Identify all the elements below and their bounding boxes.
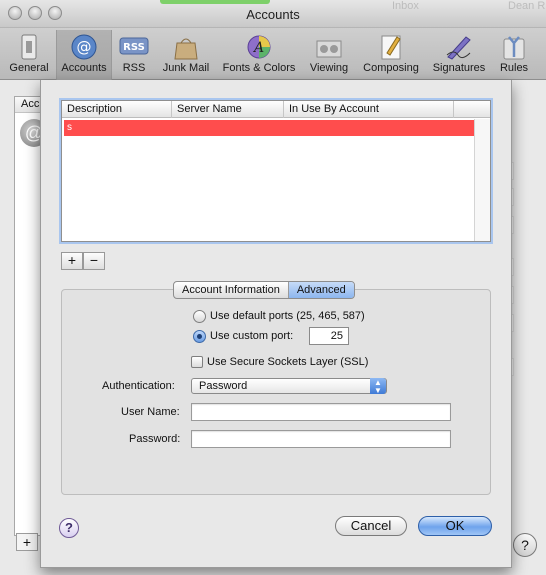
window-title: Accounts	[246, 7, 300, 22]
toolbar-signatures[interactable]: Signatures	[428, 30, 490, 80]
background-active-tab-hint	[160, 0, 270, 4]
toolbar-fonts-colors[interactable]: A Fonts & Colors	[216, 30, 302, 80]
preferences-toolbar: General @ Accounts RSS RSS Junk Mail A F…	[0, 28, 546, 80]
settings-tabs: Account Information Advanced	[173, 281, 355, 299]
toolbar-item-label: RSS	[122, 62, 146, 74]
table-scrollbar[interactable]	[474, 119, 490, 241]
add-server-button[interactable]: +	[61, 252, 83, 270]
ssl-checkbox[interactable]	[191, 356, 203, 368]
toolbar-item-label: Composing	[363, 62, 419, 74]
tab-account-information[interactable]: Account Information	[174, 282, 289, 298]
toolbar-item-label: Rules	[499, 62, 529, 74]
junk-mail-bag-icon	[174, 38, 198, 60]
toolbar-item-label: Junk Mail	[162, 62, 210, 74]
toolbar-item-label: Fonts & Colors	[222, 62, 296, 74]
smtp-server-table[interactable]: Description Server Name In Use By Accoun…	[61, 100, 491, 242]
cancel-button[interactable]: Cancel	[335, 516, 407, 536]
column-header-server-name[interactable]: Server Name	[172, 101, 284, 118]
table-header: Description Server Name In Use By Accoun…	[62, 101, 490, 118]
cell-description: s	[67, 122, 72, 133]
default-ports-label: Use default ports (25, 465, 587)	[210, 310, 365, 322]
smtp-server-sheet: Description Server Name In Use By Accoun…	[40, 80, 512, 568]
signatures-pen-icon	[446, 36, 471, 60]
authentication-value: Password	[199, 380, 248, 392]
rss-icon: RSS	[119, 37, 149, 55]
composing-pencil-icon	[381, 35, 401, 60]
toolbar-accounts[interactable]: @ Accounts	[56, 30, 112, 80]
toolbar-item-label: Viewing	[309, 62, 349, 74]
viewing-glasses-icon	[316, 40, 342, 58]
username-field[interactable]	[191, 403, 451, 421]
toolbar-item-label: Signatures	[432, 62, 486, 74]
column-header-description[interactable]: Description	[62, 101, 172, 118]
password-label: Password:	[129, 433, 181, 445]
tab-advanced[interactable]: Advanced	[288, 282, 354, 298]
custom-port-label: Use custom port:	[210, 330, 294, 342]
remove-server-button[interactable]: −	[83, 252, 105, 270]
username-label: User Name:	[121, 406, 180, 418]
default-ports-radio[interactable]	[193, 310, 206, 323]
table-row[interactable]: s	[64, 120, 474, 136]
title-bar: Inbox Dean R Accounts	[0, 0, 546, 28]
toolbar-junk-mail[interactable]: Junk Mail	[158, 30, 214, 80]
fonts-colors-icon: A	[247, 35, 271, 59]
toolbar-general[interactable]: General	[4, 30, 54, 80]
authentication-label: Authentication:	[102, 380, 175, 392]
ok-button[interactable]: OK	[418, 516, 492, 536]
chevron-updown-icon: ▲ ▼	[370, 378, 386, 395]
add-account-button[interactable]: +	[16, 533, 38, 551]
svg-text:@: @	[77, 38, 92, 56]
column-header-in-use[interactable]: In Use By Account	[284, 101, 454, 118]
toolbar-item-label: General	[9, 62, 49, 74]
toolbar-rules[interactable]: Rules	[494, 30, 534, 80]
svg-text:RSS: RSS	[123, 42, 145, 53]
at-sign-icon: @	[71, 34, 97, 60]
sheet-help-button[interactable]: ?	[59, 518, 79, 538]
toolbar-viewing[interactable]: Viewing	[304, 30, 354, 80]
toolbar-composing[interactable]: Composing	[358, 30, 424, 80]
help-button[interactable]: ?	[513, 533, 537, 557]
rules-arrows-icon	[503, 36, 525, 60]
toolbar-item-label: Accounts	[61, 62, 107, 74]
authentication-select[interactable]: Password ▲ ▼	[191, 378, 387, 395]
svg-text:A: A	[252, 40, 264, 56]
password-field[interactable]	[191, 430, 451, 448]
toolbar-rss[interactable]: RSS RSS	[114, 30, 154, 80]
custom-port-radio[interactable]	[193, 330, 206, 343]
custom-port-field[interactable]: 25	[309, 327, 349, 345]
general-switch-icon	[21, 34, 37, 60]
ssl-label: Use Secure Sockets Layer (SSL)	[207, 356, 369, 368]
